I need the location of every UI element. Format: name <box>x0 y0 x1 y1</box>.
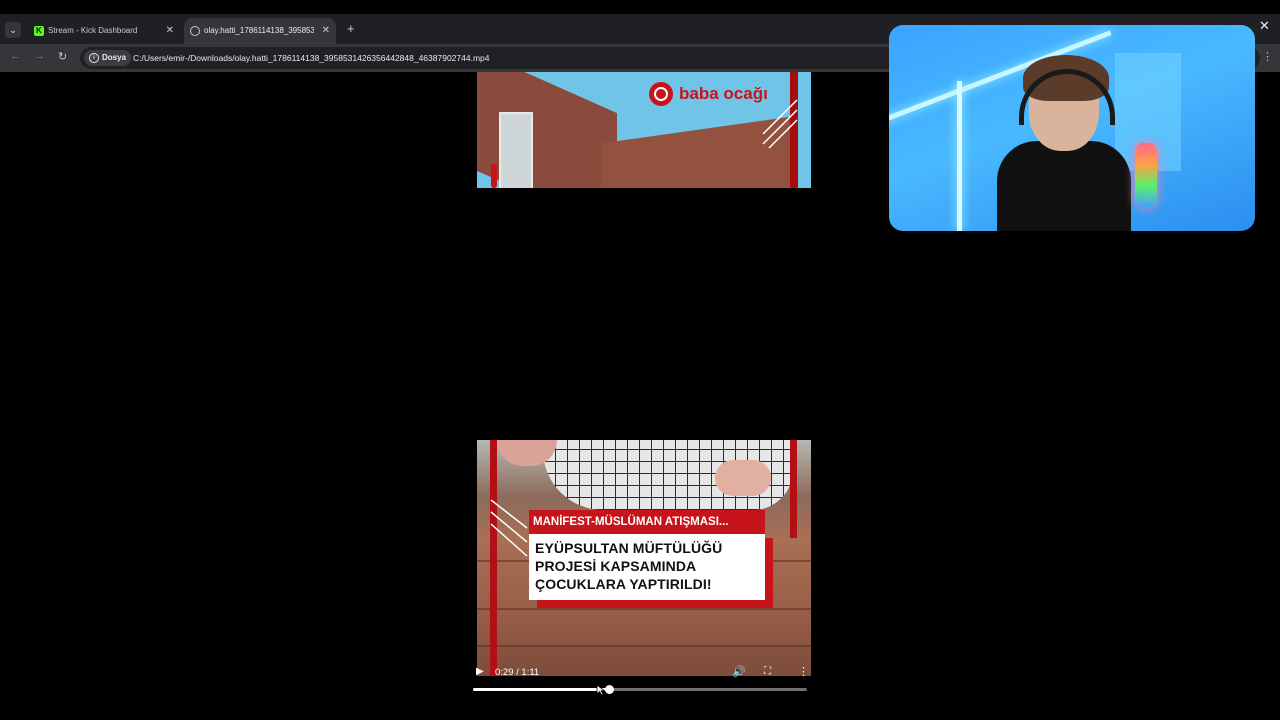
caption-line: EYÜPSULTAN MÜFTÜLÜĞÜ <box>535 540 723 556</box>
url-text[interactable]: C:/Users/emir-/Downloads/olay.hatti_1786… <box>133 47 489 69</box>
tab-close-icon[interactable]: ✕ <box>322 18 330 44</box>
back-arrow-icon[interactable]: ← <box>10 50 21 62</box>
seek-bar-progress <box>473 688 609 691</box>
decor-slashes <box>490 499 528 557</box>
tab-title: olay.hatti_1786114138_395853142635644284… <box>204 26 314 35</box>
child-hand <box>715 460 771 496</box>
tab-search-icon[interactable]: ⌄ <box>5 22 21 38</box>
table-plank <box>477 608 811 610</box>
mouse-cursor-icon <box>596 684 606 696</box>
tab-kick-dashboard[interactable]: Stream - Kick Dashboard ✕ <box>28 18 180 44</box>
webcam-overlay <box>889 25 1255 231</box>
tab-close-icon[interactable]: ✕ <box>166 18 174 44</box>
fullscreen-icon[interactable]: ⛶ <box>764 666 771 677</box>
decor-red-bar <box>491 164 497 188</box>
brand-logo: baba ocağı <box>649 82 768 108</box>
info-icon: i <box>89 53 99 63</box>
led-strip <box>957 81 962 231</box>
tab-video-file[interactable]: olay.hatti_1786114138_395853142635644284… <box>184 18 336 44</box>
rgb-microphone <box>1135 143 1157 207</box>
caption-headline: MANİFEST-MÜSLÜMAN ATIŞMASI... <box>533 516 729 528</box>
caption-line: PROJESİ KAPSAMINDA <box>535 558 697 574</box>
more-options-icon[interactable]: ⋮ <box>798 665 809 678</box>
reload-icon[interactable]: ↻ <box>58 50 67 63</box>
site-info-label: Dosya <box>102 53 127 62</box>
time-display: 0:29 / 1:11 <box>495 667 540 678</box>
building-window <box>499 112 533 188</box>
globe-icon <box>190 26 200 36</box>
volume-icon[interactable]: 🔊 <box>732 665 746 678</box>
window-close-button[interactable]: ✕ <box>1259 18 1270 34</box>
video-controls: ▶ 0:29 / 1:11 🔊 ⛶ ⋮ <box>473 660 809 700</box>
forward-arrow-icon[interactable]: → <box>34 50 45 62</box>
video-frame-top: baba ocağı <box>477 72 811 188</box>
building-left <box>477 72 617 188</box>
streamer-body <box>997 141 1131 231</box>
site-info-chip[interactable]: i Dosya <box>84 50 132 66</box>
seek-bar[interactable] <box>473 685 807 694</box>
brand-name: baba ocağı <box>679 84 768 103</box>
browser-menu-icon[interactable]: ⋮ <box>1262 50 1273 63</box>
decor-red-bar <box>790 440 797 538</box>
kick-logo-icon <box>34 18 44 44</box>
caption-line: ÇOCUKLARA YAPTIRILDI! <box>535 576 712 592</box>
play-icon[interactable]: ▶ <box>476 666 484 677</box>
brand-mark-icon <box>649 82 673 106</box>
table-plank <box>477 645 811 647</box>
decor-red-bar <box>490 440 497 676</box>
video-frame-bottom: MANİFEST-MÜSLÜMAN ATIŞMASI... EYÜPSULTAN… <box>477 440 811 676</box>
tab-title: Stream - Kick Dashboard <box>48 26 138 35</box>
new-tab-button[interactable]: + <box>347 21 355 36</box>
seek-bar-thumb[interactable] <box>605 685 614 694</box>
